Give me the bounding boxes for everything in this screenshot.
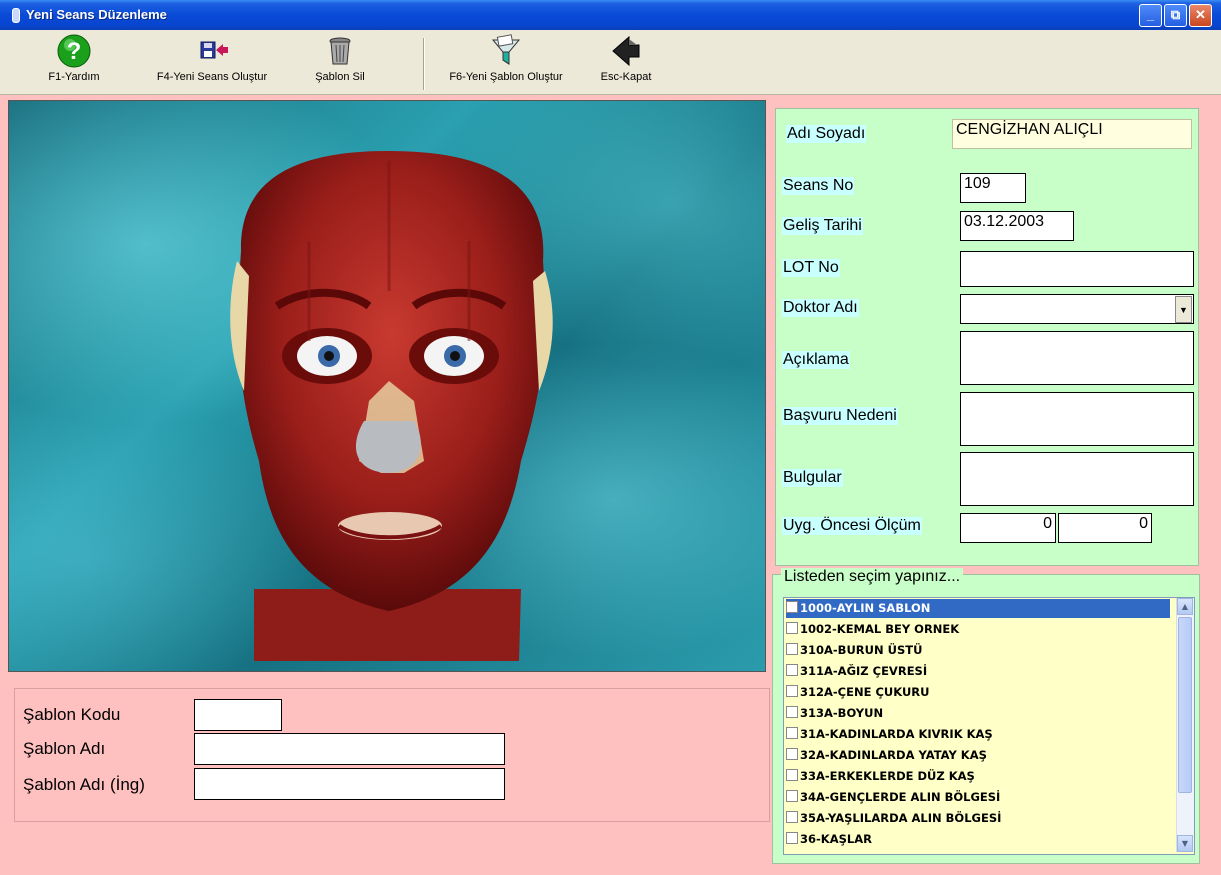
list-item[interactable]: 313A-BOYUN — [786, 704, 1170, 723]
doctor-label: Doktor Adı — [782, 299, 859, 317]
list-item[interactable]: 1002-KEMAL BEY ORNEK — [786, 620, 1170, 639]
scroll-up-icon[interactable]: ▲ — [1177, 598, 1193, 615]
description-field[interactable] — [960, 331, 1194, 385]
findings-label: Bulgular — [782, 469, 843, 487]
scroll-down-icon[interactable]: ▼ — [1177, 835, 1193, 852]
delete-template-button[interactable]: Şablon Sil — [300, 34, 380, 83]
checkbox[interactable] — [786, 685, 798, 697]
new-session-button[interactable]: F4-Yeni Seans Oluştur — [142, 34, 282, 83]
list-item[interactable]: 1000-AYLIN SABLON — [786, 599, 1170, 618]
list-item[interactable]: 32A-KADINLARDA YATAY KAŞ — [786, 746, 1170, 765]
session-no-label: Seans No — [782, 177, 855, 195]
help-icon: ? — [57, 34, 91, 68]
checkbox[interactable] — [786, 727, 798, 739]
findings-field[interactable] — [960, 452, 1194, 506]
list-item-label: 1002-KEMAL BEY ORNEK — [800, 622, 960, 636]
template-code-field[interactable] — [194, 699, 282, 731]
maximize-button[interactable]: ⧉ — [1164, 4, 1187, 27]
new-template-label: F6-Yeni Şablon Oluştur — [449, 71, 563, 83]
date-label: Geliş Tarihi — [782, 217, 863, 235]
save-arrow-icon — [195, 34, 229, 68]
list-item-label: 36-KAŞLAR — [800, 832, 872, 846]
list-item[interactable]: 34A-GENÇLERDE ALIN BÖLGESİ — [786, 788, 1170, 807]
session-no-field[interactable]: 109 — [960, 173, 1026, 203]
template-list[interactable]: 1000-AYLIN SABLON 1002-KEMAL BEY ORNEK 3… — [783, 597, 1195, 855]
lot-no-field[interactable] — [960, 251, 1194, 287]
template-name-en-label: Şablon Adı (İng) — [23, 775, 145, 794]
scroll-thumb[interactable] — [1178, 617, 1192, 793]
help-label: F1-Yardım — [48, 71, 100, 83]
checkbox[interactable] — [786, 769, 798, 781]
template-name-en-field[interactable] — [194, 768, 505, 800]
checkbox[interactable] — [786, 748, 798, 760]
list-item-label: 34A-GENÇLERDE ALIN BÖLGESİ — [800, 790, 1001, 804]
app-icon — [12, 8, 20, 23]
lot-no-label: LOT No — [782, 259, 840, 277]
toolbar: ? F1-Yardım F4-Yeni Seans Oluştur Şablon… — [0, 30, 1221, 95]
date-field[interactable]: 03.12.2003 — [960, 211, 1074, 241]
list-item-label: 32A-KADINLARDA YATAY KAŞ — [800, 748, 987, 762]
list-item[interactable]: 31A-KADINLARDA KIVRIK KAŞ — [786, 725, 1170, 744]
minimize-button[interactable]: _ — [1139, 4, 1162, 27]
svg-text:?: ? — [67, 38, 82, 65]
checkbox[interactable] — [786, 706, 798, 718]
template-list-group: Listeden seçim yapınız... 1000-AYLIN SAB… — [772, 568, 1200, 864]
template-fields-group: Şablon Kodu Şablon Adı Şablon Adı (İng) — [14, 688, 770, 822]
list-item-label: 312A-ÇENE ÇUKURU — [800, 685, 930, 699]
chevron-down-icon[interactable]: ▼ — [1175, 296, 1192, 323]
reason-field[interactable] — [960, 392, 1194, 446]
measure-field-2[interactable]: 0 — [1058, 513, 1152, 543]
trash-icon — [323, 34, 357, 68]
list-legend: Listeden seçim yapınız... — [781, 568, 964, 586]
doctor-select[interactable]: ▼ — [960, 294, 1194, 324]
window-title: Yeni Seans Düzenleme — [26, 7, 167, 22]
toolbar-separator — [423, 38, 425, 90]
template-code-label: Şablon Kodu — [23, 705, 121, 724]
list-scrollbar[interactable]: ▲ ▼ — [1176, 598, 1194, 852]
name-label: Adı Soyadı — [786, 125, 867, 143]
checkbox[interactable] — [786, 601, 798, 613]
close-window-button[interactable]: ✕ — [1189, 4, 1212, 27]
help-button[interactable]: ? F1-Yardım — [34, 34, 114, 83]
list-item-label: 31A-KADINLARDA KIVRIK KAŞ — [800, 727, 993, 741]
list-item[interactable]: 310A-BURUN ÜSTÜ — [786, 641, 1170, 660]
list-item-label: 313A-BOYUN — [800, 706, 884, 720]
template-name-label: Şablon Adı — [23, 739, 106, 758]
checkbox[interactable] — [786, 832, 798, 844]
list-item-label: 35A-YAŞLILARDA ALIN BÖLGESİ — [800, 811, 1002, 825]
list-item[interactable]: 312A-ÇENE ÇUKURU — [786, 683, 1170, 702]
new-session-label: F4-Yeni Seans Oluştur — [156, 71, 268, 83]
checkbox[interactable] — [786, 664, 798, 676]
list-item-label: 310A-BURUN ÜSTÜ — [800, 643, 923, 657]
face-muscle-image — [8, 100, 766, 672]
checkbox[interactable] — [786, 643, 798, 655]
list-item[interactable]: 33A-ERKEKLERDE DÜZ KAŞ — [786, 767, 1170, 786]
session-form: Adı Soyadı CENGİZHAN ALIÇLI Seans No 109… — [775, 108, 1199, 566]
reason-label: Başvuru Nedeni — [782, 407, 898, 425]
list-item-label: 311A-AĞIZ ÇEVRESİ — [800, 664, 928, 678]
close-label: Esc-Kapat — [600, 71, 652, 83]
close-button[interactable]: Esc-Kapat — [586, 34, 666, 83]
measure-label: Uyg. Öncesi Ölçüm — [782, 517, 922, 535]
new-template-button[interactable]: F6-Yeni Şablon Oluştur — [436, 34, 576, 83]
title-bar: Yeni Seans Düzenleme _ ⧉ ✕ — [0, 0, 1221, 30]
list-item[interactable]: 35A-YAŞLILARDA ALIN BÖLGESİ — [786, 809, 1170, 828]
list-item-label: 33A-ERKEKLERDE DÜZ KAŞ — [800, 769, 975, 783]
list-item[interactable]: 36-KAŞLAR — [786, 830, 1170, 849]
measure-field-1[interactable]: 0 — [960, 513, 1056, 543]
template-name-field[interactable] — [194, 733, 505, 765]
list-item[interactable]: 311A-AĞIZ ÇEVRESİ — [786, 662, 1170, 681]
delete-template-label: Şablon Sil — [315, 71, 365, 83]
name-field[interactable]: CENGİZHAN ALIÇLI — [952, 119, 1192, 149]
checkbox[interactable] — [786, 790, 798, 802]
description-label: Açıklama — [782, 351, 850, 369]
funnel-icon — [489, 34, 523, 68]
checkbox[interactable] — [786, 811, 798, 823]
back-arrow-icon — [609, 34, 643, 68]
list-item-label: 1000-AYLIN SABLON — [800, 601, 931, 615]
checkbox[interactable] — [786, 622, 798, 634]
